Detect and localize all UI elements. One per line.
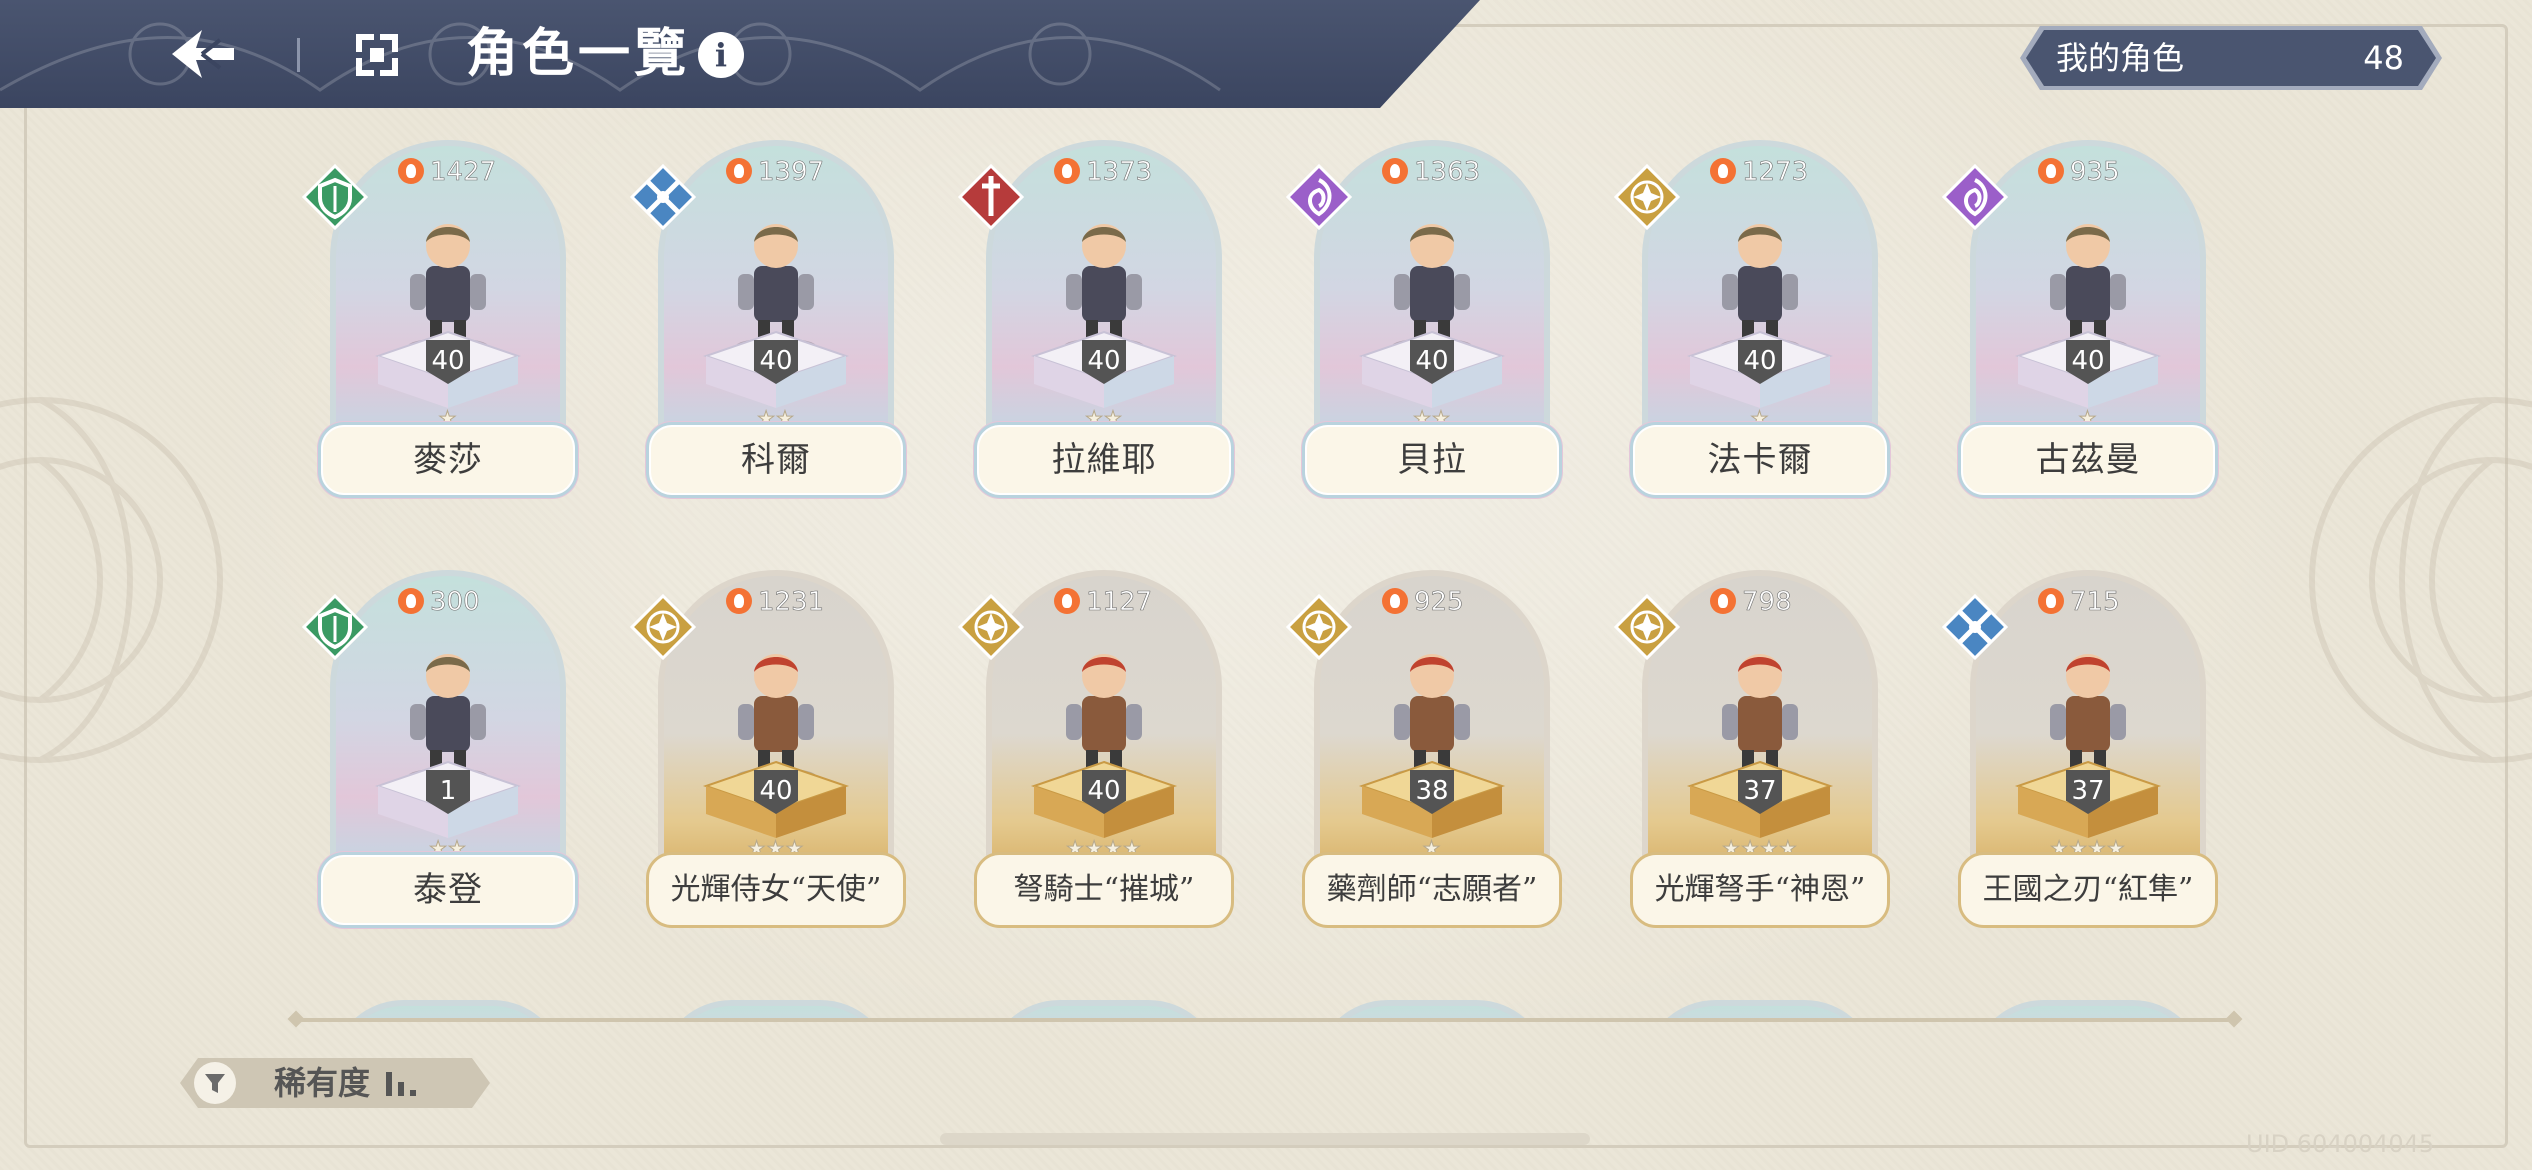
star-class-icon <box>630 594 696 660</box>
power-value: 1127 <box>1086 587 1153 618</box>
flame-icon <box>2038 158 2064 184</box>
power-rating: 300 <box>398 584 480 618</box>
flame-icon <box>726 158 752 184</box>
power-value: 1373 <box>1086 157 1153 188</box>
power-rating: 1363 <box>1382 154 1480 188</box>
character-card-partial[interactable] <box>986 1000 1222 1020</box>
character-card[interactable]: 1 ★★ 泰登 300 <box>302 570 578 940</box>
power-rating: 715 <box>2038 584 2120 618</box>
character-card[interactable]: 37 ★★★★ 光輝弩手“神恩” 798 <box>1614 570 1890 940</box>
star-class-icon <box>1286 594 1352 660</box>
character-name: 泰登 <box>413 870 483 910</box>
character-card[interactable]: 40 ★ 麥莎 1427 <box>302 140 578 510</box>
shield-class-icon <box>302 164 368 230</box>
power-value: 1427 <box>430 157 497 188</box>
sword-class-icon <box>958 164 1024 230</box>
swords-class-icon <box>630 164 696 230</box>
sort-bars-icon <box>386 1072 416 1096</box>
character-name: 貝拉 <box>1397 440 1467 480</box>
power-value: 300 <box>430 587 480 618</box>
character-card[interactable]: 38 ★ 藥劑師“志願者” 925 <box>1286 570 1562 940</box>
flame-icon <box>1382 588 1408 614</box>
power-value: 1231 <box>758 587 825 618</box>
star-class-icon <box>1614 594 1680 660</box>
character-card[interactable]: 40 ★ 古茲曼 935 <box>1942 140 2218 510</box>
power-value: 925 <box>1414 587 1464 618</box>
character-name: 拉維耶 <box>1051 440 1157 480</box>
flame-icon <box>1710 588 1736 614</box>
character-card-partial[interactable] <box>1314 1000 1550 1020</box>
filter-icon <box>194 1062 236 1104</box>
flame-icon <box>1054 588 1080 614</box>
star-class-icon <box>1614 164 1680 230</box>
character-card-partial[interactable] <box>658 1000 894 1020</box>
flame-icon <box>726 588 752 614</box>
list-divider <box>296 1018 2236 1022</box>
character-card-partial[interactable] <box>330 1000 566 1020</box>
character-name: 王國之刃“紅隼” <box>1982 872 2194 907</box>
power-value: 1273 <box>1742 157 1809 188</box>
power-rating: 935 <box>2038 154 2120 188</box>
rarity-filter-label: 稀有度 <box>274 1064 371 1102</box>
power-rating: 1427 <box>398 154 496 188</box>
flame-icon <box>398 158 424 184</box>
power-rating: 1373 <box>1054 154 1152 188</box>
power-value: 1397 <box>758 157 825 188</box>
swords-class-icon <box>1942 594 2008 660</box>
uid-label: UID 604004045 <box>2246 1130 2435 1158</box>
power-rating: 1397 <box>726 154 824 188</box>
character-name: 麥莎 <box>413 440 483 480</box>
character-card-partial[interactable] <box>1642 1000 1878 1020</box>
power-value: 935 <box>2070 157 2120 188</box>
power-rating: 1127 <box>1054 584 1152 618</box>
flame-icon <box>398 588 424 614</box>
star-class-icon <box>958 594 1024 660</box>
power-rating: 1231 <box>726 584 824 618</box>
power-value: 715 <box>2070 587 2120 618</box>
flame-icon <box>2038 588 2064 614</box>
magic-class-icon <box>1942 164 2008 230</box>
flame-icon <box>1710 158 1736 184</box>
character-card[interactable]: 40 ★ 法卡爾 1273 <box>1614 140 1890 510</box>
character-name: 古茲曼 <box>2035 440 2141 480</box>
horizontal-scrollbar[interactable] <box>940 1133 1590 1145</box>
flame-icon <box>1054 158 1080 184</box>
character-name: 光輝侍女“天使” <box>670 872 882 907</box>
character-card[interactable]: 40 ★★ 科爾 1397 <box>630 140 906 510</box>
character-name: 法卡爾 <box>1707 440 1813 480</box>
shield-class-icon <box>302 594 368 660</box>
character-card[interactable]: 40 ★★ 貝拉 1363 <box>1286 140 1562 510</box>
magic-class-icon <box>1286 164 1352 230</box>
character-card[interactable]: 40 ★★★★ 弩騎士“摧城” 1127 <box>958 570 1234 940</box>
character-card[interactable]: 37 ★★★★ 王國之刃“紅隼” 715 <box>1942 570 2218 940</box>
power-value: 798 <box>1742 587 1792 618</box>
character-name: 光輝弩手“神恩” <box>1654 872 1866 907</box>
character-card[interactable]: 40 ★★★ 光輝侍女“天使” 1231 <box>630 570 906 940</box>
character-name: 弩騎士“摧城” <box>1013 872 1195 907</box>
power-rating: 1273 <box>1710 154 1808 188</box>
power-rating: 798 <box>1710 584 1792 618</box>
character-card-partial[interactable] <box>1970 1000 2206 1020</box>
flame-icon <box>1382 158 1408 184</box>
power-value: 1363 <box>1414 157 1481 188</box>
power-rating: 925 <box>1382 584 1464 618</box>
character-grid: 40 ★ 麥莎 1427 40 ★★ 科爾 1397 40 ★★ 拉維耶 137… <box>0 0 2532 1020</box>
character-name: 科爾 <box>741 440 811 480</box>
character-card[interactable]: 40 ★★ 拉維耶 1373 <box>958 140 1234 510</box>
character-name: 藥劑師“志願者” <box>1326 872 1538 907</box>
